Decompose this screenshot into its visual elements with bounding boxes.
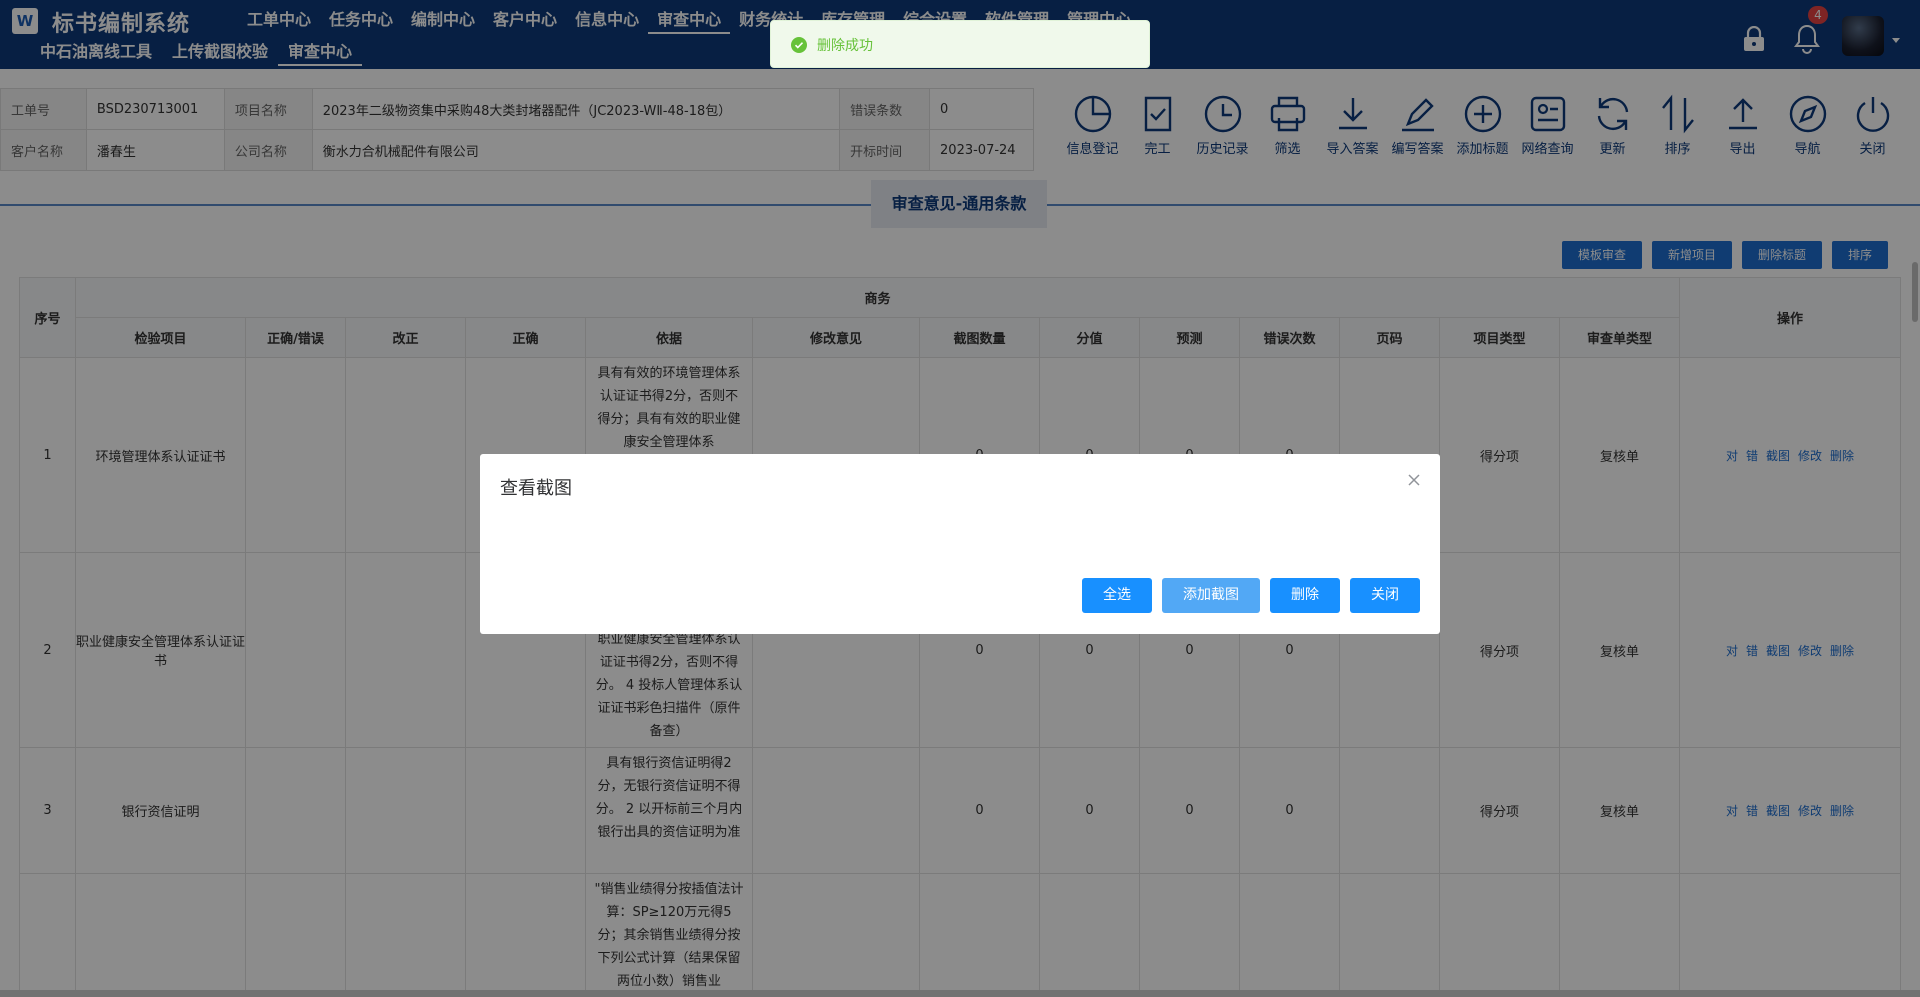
- view-screenshot-dialog: 查看截图 全选 添加截图 删除 关闭: [480, 454, 1440, 634]
- close-icon[interactable]: [1406, 472, 1422, 488]
- dialog-title: 查看截图: [500, 478, 572, 499]
- success-toast: 删除成功: [770, 20, 1150, 68]
- check-circle-icon: [791, 37, 807, 53]
- delete-button[interactable]: 删除: [1270, 578, 1340, 613]
- close-button[interactable]: 关闭: [1350, 578, 1420, 613]
- add-screenshot-button[interactable]: 添加截图: [1162, 578, 1260, 613]
- toast-message: 删除成功: [817, 38, 873, 54]
- select-all-button[interactable]: 全选: [1082, 578, 1152, 613]
